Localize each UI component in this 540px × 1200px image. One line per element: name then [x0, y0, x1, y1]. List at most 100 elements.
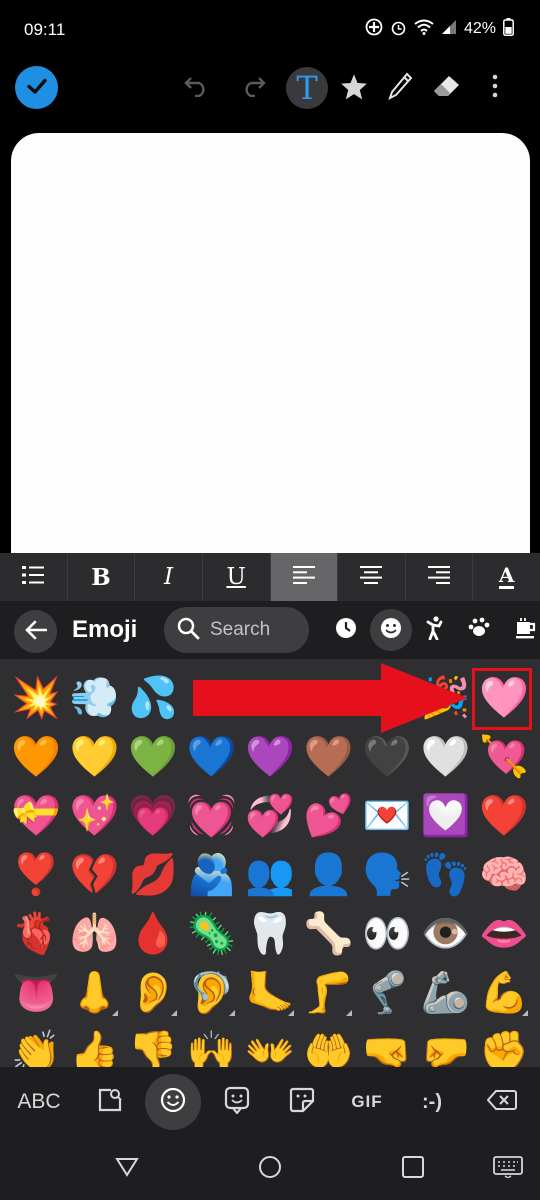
emoticon-button[interactable]: :-)	[412, 1077, 452, 1127]
italic-button[interactable]: I	[135, 553, 203, 601]
emoji-key[interactable]: 💋	[124, 844, 183, 906]
emoji-key[interactable]: 🦶	[241, 962, 300, 1024]
emoji-key[interactable]: 🦵	[300, 962, 359, 1024]
emoji-key[interactable]: 🩸	[124, 903, 183, 965]
emoji-key[interactable]: 💦	[124, 667, 183, 729]
list-button[interactable]	[0, 553, 68, 601]
recent-icon	[335, 617, 357, 643]
redo-button[interactable]	[236, 70, 272, 106]
emoji-key[interactable]: 👎	[124, 1021, 183, 1067]
undo-button[interactable]	[178, 70, 214, 106]
emoji-key[interactable]: 👅	[7, 962, 66, 1024]
align-left-button[interactable]	[270, 553, 339, 601]
emoji-key[interactable]: 💔	[66, 844, 125, 906]
emoji-key[interactable]: 💕	[300, 785, 359, 847]
emoji-key[interactable]: 👃	[66, 962, 125, 1024]
emoji-key[interactable]: 🤲	[300, 1021, 359, 1067]
nav-back-button[interactable]	[112, 1154, 142, 1184]
emoji-key[interactable]: 👄	[475, 903, 534, 965]
emoji-key[interactable]: 💌	[358, 785, 417, 847]
emoji-key[interactable]: 🦿	[358, 962, 417, 1024]
emoji-key[interactable]: 💓	[183, 785, 242, 847]
emoji-glyph: ❣️	[11, 852, 62, 898]
category-smileys[interactable]	[370, 609, 412, 651]
sticker-button[interactable]	[217, 1077, 257, 1127]
emoji-key[interactable]: 🦻	[183, 962, 242, 1024]
emoji-key[interactable]: 👥	[241, 844, 300, 906]
favorite-button[interactable]	[336, 70, 372, 106]
nav-recents-button[interactable]	[398, 1154, 428, 1184]
emoji-key[interactable]: 👍	[66, 1021, 125, 1067]
nav-home-button[interactable]	[255, 1154, 285, 1184]
emoji-tab-button[interactable]	[145, 1074, 201, 1130]
pen-button[interactable]	[382, 70, 418, 106]
emoji-key[interactable]: ❤️	[475, 785, 534, 847]
emoji-key[interactable]: 💥	[7, 667, 66, 729]
emoji-key[interactable]: 👀	[358, 903, 417, 965]
image-search-button[interactable]	[90, 1077, 130, 1127]
emoji-key[interactable]: 👐	[241, 1021, 300, 1067]
emoji-key[interactable]: ✊	[475, 1021, 534, 1067]
category-food[interactable]	[507, 611, 540, 649]
emoji-key[interactable]: 👂	[124, 962, 183, 1024]
emoji-key[interactable]: 💪	[475, 962, 534, 1024]
more-options-button[interactable]	[477, 70, 513, 106]
bold-button[interactable]: B	[68, 553, 136, 601]
emoji-key[interactable]: 👣	[417, 844, 476, 906]
emoji-key[interactable]: 💜	[241, 726, 300, 788]
emoji-key[interactable]: 💞	[241, 785, 300, 847]
emoji-key[interactable]: 🤜	[358, 1021, 417, 1067]
emoji-key[interactable]: 🖤	[358, 726, 417, 788]
emoji-key[interactable]: 🤍	[417, 726, 476, 788]
done-button[interactable]	[15, 66, 58, 109]
emoji-key[interactable]: 💖	[66, 785, 125, 847]
emoji-key[interactable]: 💨	[66, 667, 125, 729]
emoji-search-input[interactable]: Search	[164, 607, 309, 653]
emoji-key[interactable]: 💚	[124, 726, 183, 788]
emoji-key[interactable]: 👏	[7, 1021, 66, 1067]
emoji-key[interactable]: 🗣️	[358, 844, 417, 906]
wifi-icon	[414, 19, 434, 39]
eraser-button[interactable]	[428, 70, 464, 106]
underline-button[interactable]: U	[203, 553, 271, 601]
emoji-key[interactable]: 💗	[124, 785, 183, 847]
emoji-key[interactable]: 👁️	[417, 903, 476, 965]
align-center-button[interactable]	[338, 553, 406, 601]
note-canvas[interactable]	[11, 133, 530, 573]
emoji-key[interactable]: 🤛	[417, 1021, 476, 1067]
emoji-row: 👏 👍 👎 🙌 👐 🤲 🤜 🤛 ✊	[7, 1021, 537, 1067]
backspace-button[interactable]	[482, 1077, 522, 1127]
emoji-back-button[interactable]	[14, 610, 57, 653]
emoji-glyph: 🤍	[420, 734, 471, 780]
emoji-key[interactable]: 🫁	[66, 903, 125, 965]
emoji-glyph: 🤛	[420, 1029, 471, 1067]
category-recent[interactable]	[327, 611, 365, 649]
text-tool-button[interactable]: T	[286, 67, 328, 109]
abc-button[interactable]: ABC	[14, 1077, 64, 1127]
gif-button[interactable]: GIF	[345, 1077, 389, 1127]
category-animals[interactable]	[461, 611, 499, 649]
emoji-key[interactable]: 🙌	[183, 1021, 242, 1067]
emoji-key[interactable]: 💝	[7, 785, 66, 847]
emoji-key[interactable]: 💙	[183, 726, 242, 788]
emoji-key[interactable]: 🧡	[7, 726, 66, 788]
emoji-key[interactable]: 🫀	[7, 903, 66, 965]
align-right-button[interactable]	[406, 553, 474, 601]
emoji-glyph: 💦	[128, 675, 179, 721]
nav-keyboard-button[interactable]	[491, 1154, 525, 1184]
emoji-key[interactable]: 🧠	[475, 844, 534, 906]
emoji-key[interactable]: 🦴	[300, 903, 359, 965]
emoji-key[interactable]: 🦠	[183, 903, 242, 965]
emoji-key[interactable]: 💟	[417, 785, 476, 847]
emoji-key[interactable]: 💛	[66, 726, 125, 788]
emoji-key[interactable]: 🫂	[183, 844, 242, 906]
category-people[interactable]	[416, 611, 454, 649]
emoji-key[interactable]: 🦷	[241, 903, 300, 965]
sticker-edit-button[interactable]	[282, 1077, 322, 1127]
font-button[interactable]: A	[473, 553, 540, 601]
emoji-key[interactable]: ❣️	[7, 844, 66, 906]
emoji-key[interactable]: 🦾	[417, 962, 476, 1024]
emoji-key[interactable]: 💘	[475, 726, 534, 788]
emoji-key[interactable]: 🤎	[300, 726, 359, 788]
emoji-key[interactable]: 👤	[300, 844, 359, 906]
